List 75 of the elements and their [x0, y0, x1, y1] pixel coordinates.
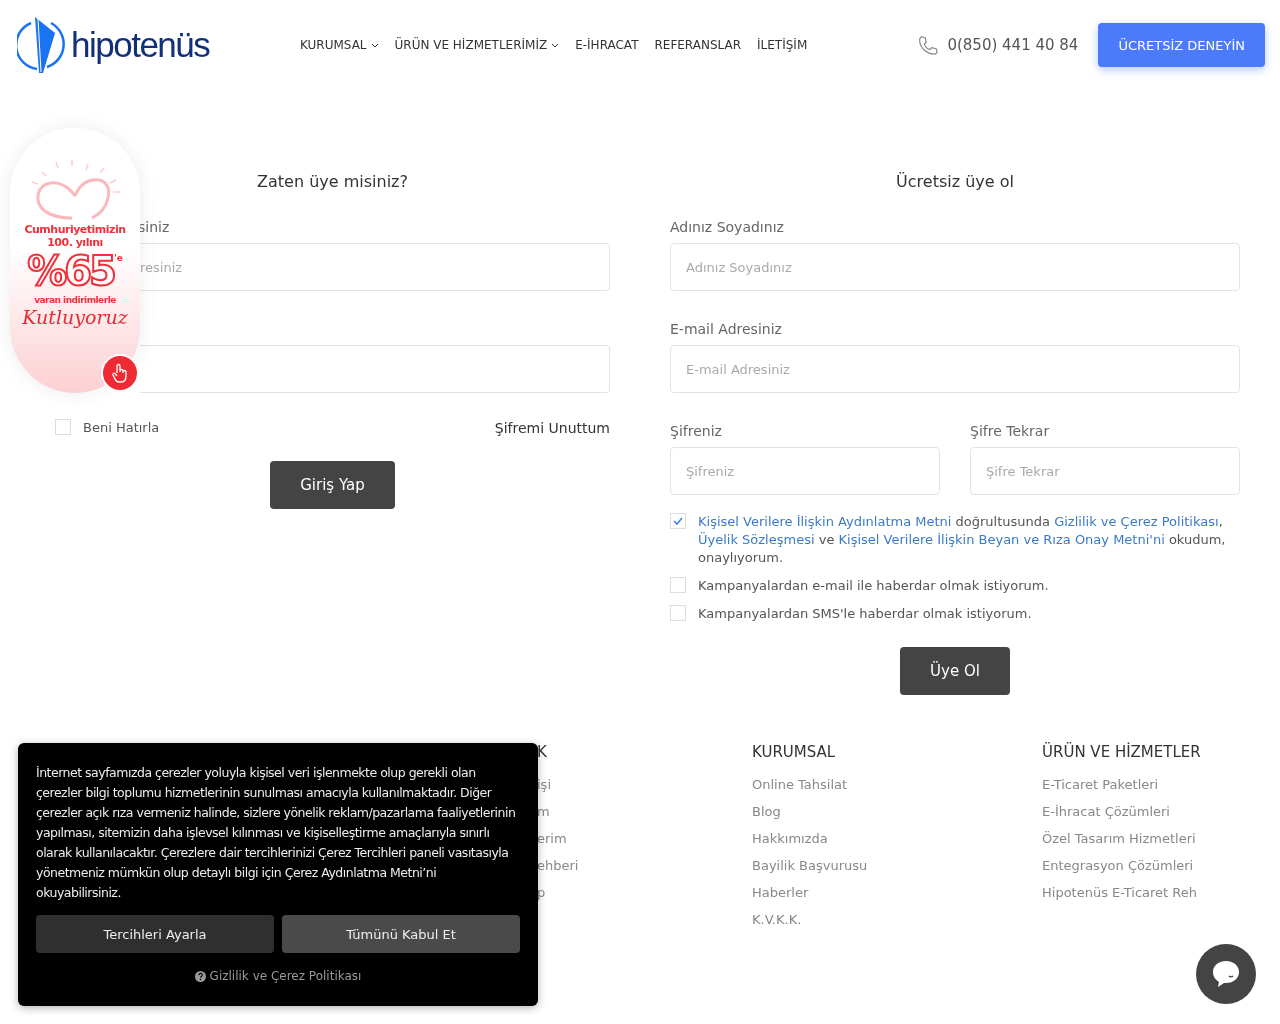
field-label: E-mail Adresiniz	[670, 321, 783, 338]
login-button[interactable]: Giriş Yap	[270, 461, 395, 509]
footer-link[interactable]: E-İhracat Çözümleri	[1042, 804, 1280, 819]
field-label: siniz	[138, 219, 170, 235]
hand-pointer-icon	[111, 363, 129, 383]
footer-link[interactable]: p	[537, 885, 752, 900]
nav-link[interactable]: KURUMSAL	[300, 38, 379, 52]
footer-link[interactable]: ehberi	[537, 858, 752, 873]
cookie-text: İnternet sayfamızda çerezler yoluyla kişisel veri işlenmekte olup gerekli olan çerezler bilgi toplumu hizmetlerinin sunulması amacıyla kullanılmaktadır. Diğer çerezler açık rıza vermeniz halinde, sizlere yönelik reklam/pazarlama faaliyetlerinin yapılması, sitemizin daha işlevsel kılınması ve kişiselleştirme amaçlarıyla sınırlı olarak kullanılacaktır. Çerezlere dair tercihlerinizi Çerez Tercihleri paneli vasıtasıyla yönetmeniz mümkün olup detaylı bilgi için Çerez Aydınlatma Metni’ni okuyabilirsiniz.	[36, 764, 517, 902]
footer-link[interactable]: Hakkımızda	[752, 831, 1042, 846]
footer-link[interactable]: erim	[537, 831, 752, 846]
promo-percent: %65	[27, 249, 114, 294]
cookie-button[interactable]: Tümünü Kabul Et	[282, 915, 520, 953]
checkmark-icon	[673, 517, 683, 525]
field-label: Adınız Soyadınız	[670, 219, 785, 236]
nav-link[interactable]: İLETİŞİM	[757, 38, 808, 52]
register-title: Ücretsiz üye ol	[895, 172, 1015, 191]
input-field[interactable]: Adınız Soyadınız	[670, 243, 1240, 291]
phone-number[interactable]: 0(850) 441 40 84	[947, 36, 1079, 54]
nav-link[interactable]: ÜRÜN VE HİZMETLERİMİZ	[394, 38, 560, 52]
consent-text: Kişisel Verilere İlişkin Aydınlatma Metni doğrultusunda Gizlilik ve Çerez Politikası, Üyelik Sözleşmesi ve Kişisel Verilere İlişkin Beyan ve Rıza Onay Metni'ni okudum, onaylıyorum.	[698, 513, 1227, 567]
footer-link[interactable]: Bayilik Başvurusu	[752, 858, 1042, 873]
footer-link[interactable]: Entegrasyon Çözümleri	[1042, 858, 1280, 873]
footer-link[interactable]: Blog	[752, 804, 1042, 819]
register-button[interactable]: Üye Ol	[900, 647, 1010, 695]
field-label: Şifre Tekrar	[970, 423, 1051, 440]
consent-link[interactable]: Kişisel Verilere İlişkin Beyan ve Rıza Onay Metni'ni	[838, 532, 1165, 547]
input-field[interactable]	[140, 345, 610, 393]
checkbox[interactable]	[670, 605, 686, 621]
footer-link[interactable]: E-Ticaret Paketleri	[1042, 777, 1280, 792]
cookie-button[interactable]: Tercihleri Ayarla	[36, 915, 274, 953]
consent-link[interactable]: Kişisel Verilere İlişkin Aydınlatma Metni	[698, 514, 952, 529]
input-field[interactable]: E-mail Adresiniz	[670, 345, 1240, 393]
option-label: Kampanyalardan SMS'le haberdar olmak istiyorum.	[698, 605, 1032, 623]
option-label: Kampanyalardan e-mail ile haberdar olmak istiyorum.	[698, 577, 1049, 595]
question-icon	[194, 970, 206, 982]
promo-text: varan indirimlerle	[34, 295, 116, 306]
chat-button[interactable]	[1196, 944, 1256, 1004]
footer-heading: KURUMSAL	[752, 743, 837, 761]
promo-text: Cumhuriyetimizin	[24, 224, 126, 237]
promo-text: 100. yılını	[47, 236, 103, 250]
field-label: Şifreniz	[670, 423, 723, 440]
footer-link[interactable]: Haberler	[752, 885, 1042, 900]
footer-link[interactable]: Hipotenüs E-Ticaret Reh	[1042, 885, 1280, 900]
footer-link[interactable]: m	[537, 804, 752, 819]
chat-bubble-icon	[1211, 959, 1241, 989]
consent-link[interactable]: Gizlilik ve Çerez Politikası	[1054, 514, 1219, 529]
promo-suffix: 'e	[113, 253, 123, 264]
input-field[interactable]: Şifreniz	[670, 447, 940, 495]
phone-icon	[917, 34, 940, 56]
hand-pointer-button[interactable]	[101, 354, 139, 392]
checkbox[interactable]	[55, 419, 71, 435]
login-title: Zaten üye misiniz?	[256, 172, 409, 191]
remember-label: Beni Hatırla	[83, 419, 160, 437]
footer-link[interactable]: Online Tahsilat	[752, 777, 1042, 792]
logo-icon	[17, 15, 67, 75]
checkbox[interactable]	[670, 513, 686, 529]
consent-link[interactable]: Üyelik Sözleşmesi	[698, 532, 815, 547]
logo-text[interactable]: hipotenüs	[71, 25, 210, 65]
chevron-down-icon	[370, 42, 379, 48]
checkbox[interactable]	[670, 577, 686, 593]
footer-heading: ÜRÜN VE HİZMETLER	[1042, 743, 1202, 761]
footer-link[interactable]: Özel Tasarım Hizmetleri	[1042, 831, 1280, 846]
chevron-down-icon	[551, 42, 560, 48]
free-trial-button[interactable]: ÜCRETSİZ DENEYİN	[1098, 23, 1265, 67]
footer-heading: K	[537, 743, 548, 761]
privacy-policy-link[interactable]: Gizlilik ve Çerez Politikası	[194, 969, 362, 983]
nav-link[interactable]: E-İHRACAT	[575, 38, 639, 52]
input-field[interactable]: resiniz	[140, 243, 610, 291]
footer-link[interactable]: işi	[537, 777, 752, 792]
forgot-password-link[interactable]: Şifremi Unuttum	[494, 420, 610, 436]
nav-link[interactable]: REFERANSLAR	[654, 38, 742, 52]
promo-script-text: Kutluyoruz	[22, 305, 128, 328]
input-field[interactable]: Şifre Tekrar	[970, 447, 1240, 495]
footer-link[interactable]: K.V.K.K.	[752, 912, 1042, 927]
